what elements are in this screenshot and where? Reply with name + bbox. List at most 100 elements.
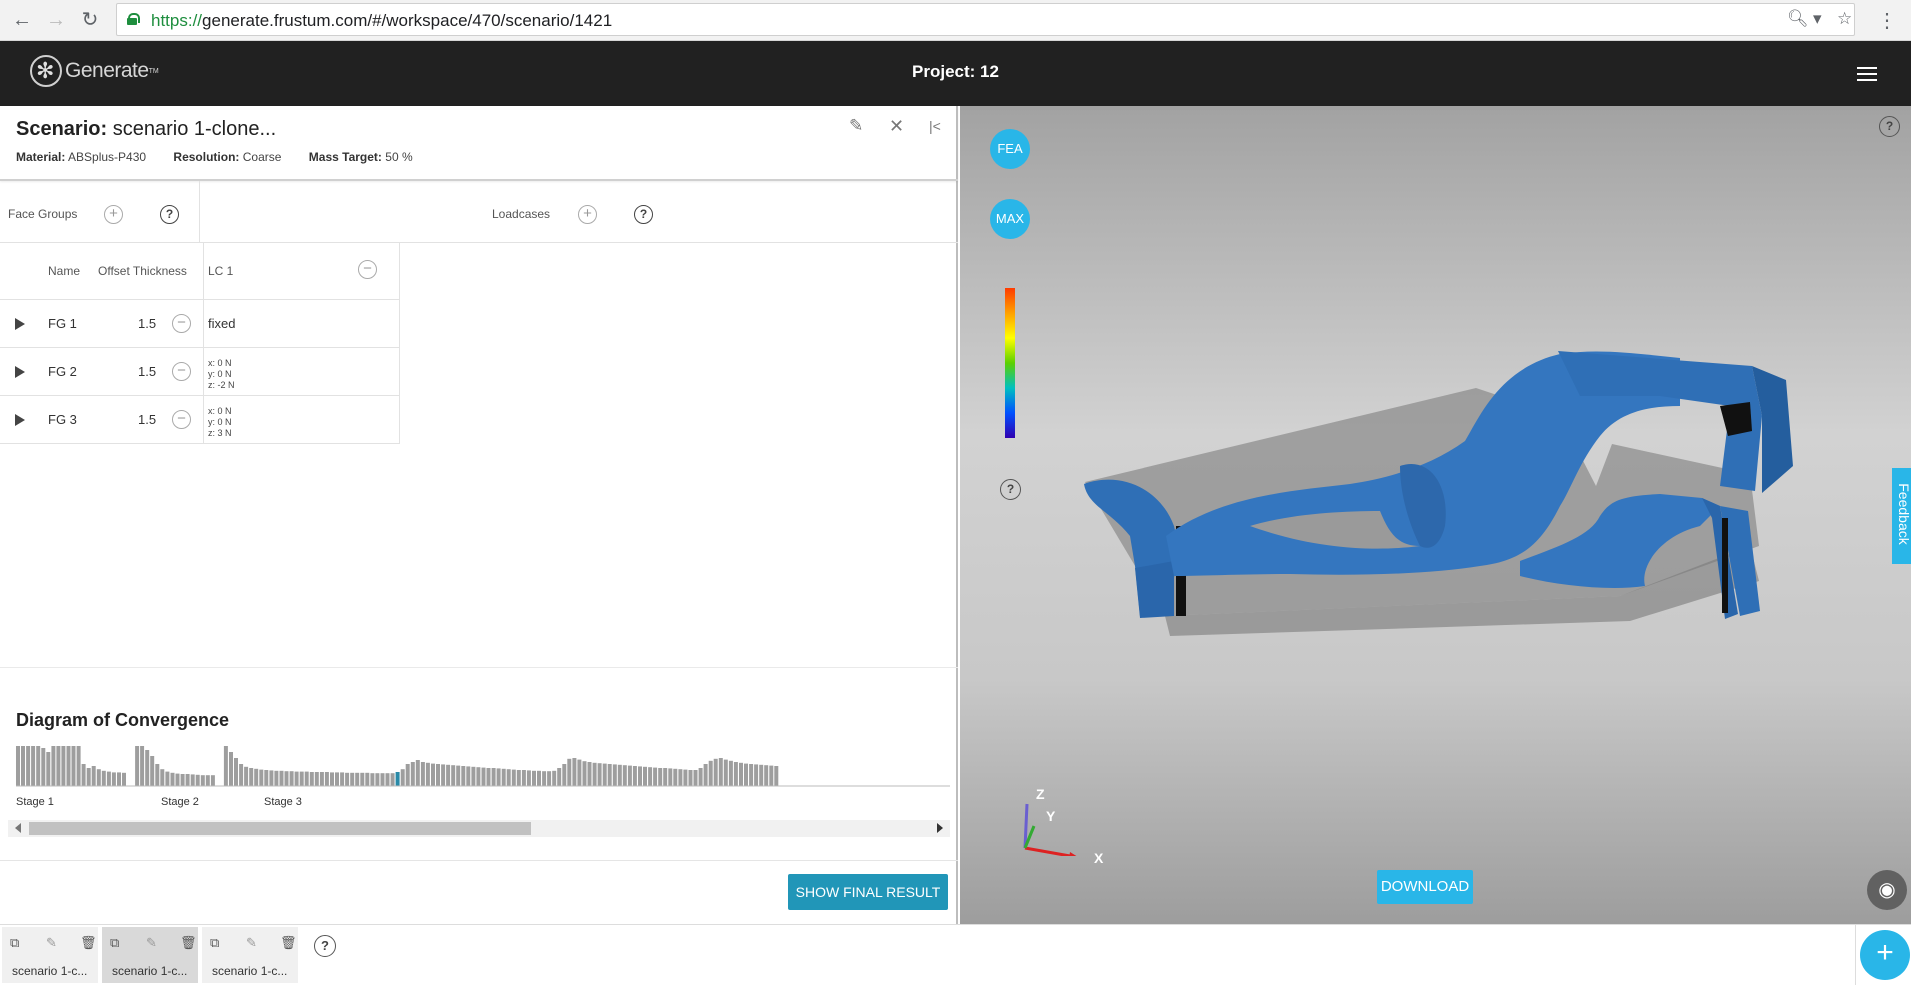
- convergence-bar[interactable]: [314, 772, 319, 786]
- convergence-bar[interactable]: [632, 766, 637, 786]
- convergence-bar[interactable]: [678, 769, 683, 786]
- convergence-bar[interactable]: [476, 767, 481, 786]
- add-scenario-button[interactable]: +: [1860, 930, 1910, 980]
- convergence-bar[interactable]: [557, 768, 562, 786]
- convergence-bar[interactable]: [111, 772, 116, 786]
- convergence-bar[interactable]: [587, 762, 592, 786]
- convergence-bar[interactable]: [516, 770, 521, 786]
- convergence-bar[interactable]: [764, 765, 769, 786]
- convergence-bar[interactable]: [21, 746, 25, 786]
- trash-icon[interactable]: 🗑︎: [80, 935, 97, 951]
- trash-icon[interactable]: 🗑︎: [180, 935, 197, 951]
- convergence-bar[interactable]: [446, 764, 451, 786]
- convergence-bar[interactable]: [299, 771, 304, 786]
- part-model-render[interactable]: [960, 106, 1911, 924]
- loadcases-help-icon[interactable]: ?: [634, 205, 653, 224]
- convergence-bar[interactable]: [521, 770, 526, 786]
- edit-pencil-icon[interactable]: ✎: [46, 935, 57, 951]
- convergence-bar[interactable]: [410, 762, 415, 786]
- convergence-bar[interactable]: [759, 764, 764, 786]
- table-row[interactable]: FG 1 1.5 − fixed: [0, 300, 399, 348]
- edit-pencil-icon[interactable]: ✎: [849, 116, 863, 136]
- convergence-bar[interactable]: [66, 746, 71, 786]
- convergence-bar[interactable]: [175, 773, 180, 786]
- convergence-bar[interactable]: [723, 759, 728, 786]
- convergence-bar[interactable]: [471, 766, 476, 786]
- convergence-bar[interactable]: [481, 767, 486, 786]
- convergence-bar[interactable]: [160, 769, 165, 786]
- scroll-right-arrow-icon[interactable]: [937, 823, 943, 833]
- convergence-bar[interactable]: [185, 774, 190, 786]
- hamburger-menu-icon[interactable]: [1857, 67, 1877, 81]
- expand-triangle-icon[interactable]: [15, 366, 25, 378]
- convergence-bar[interactable]: [16, 746, 20, 786]
- convergence-bar[interactable]: [622, 765, 627, 786]
- convergence-scrollbar[interactable]: [8, 820, 950, 837]
- convergence-bar[interactable]: [436, 764, 440, 786]
- convergence-bar[interactable]: [31, 746, 36, 786]
- download-button[interactable]: DOWNLOAD: [1377, 870, 1473, 904]
- edit-pencil-icon[interactable]: ✎: [246, 935, 257, 951]
- convergence-bar[interactable]: [749, 764, 754, 786]
- convergence-bar[interactable]: [91, 766, 96, 786]
- convergence-bar[interactable]: [170, 772, 175, 786]
- convergence-bar[interactable]: [526, 770, 531, 786]
- convergence-bar[interactable]: [466, 766, 471, 786]
- scenario-help-icon[interactable]: ?: [314, 935, 336, 957]
- address-bar[interactable]: https://generate.frustum.com/#/workspace…: [116, 3, 1855, 36]
- forward-icon[interactable]: →: [44, 8, 68, 32]
- fg-offset[interactable]: 1.5: [138, 412, 156, 427]
- convergence-bar[interactable]: [501, 768, 506, 786]
- convergence-bar[interactable]: [264, 770, 269, 786]
- convergence-bar[interactable]: [269, 770, 274, 786]
- convergence-bar[interactable]: [597, 763, 602, 786]
- scenario-tab-active[interactable]: ⧉ ✎ 🗑︎ scenario 1-c...: [102, 927, 198, 983]
- browser-menu-icon[interactable]: ⋮: [1877, 8, 1897, 33]
- scroll-left-arrow-icon[interactable]: [15, 823, 21, 833]
- convergence-bar[interactable]: [150, 756, 155, 786]
- convergence-bar[interactable]: [101, 770, 106, 786]
- convergence-bar[interactable]: [71, 746, 76, 786]
- convergence-bar[interactable]: [117, 772, 121, 786]
- convergence-bar[interactable]: [542, 771, 547, 786]
- convergence-bar[interactable]: [400, 769, 405, 786]
- convergence-bar[interactable]: [165, 771, 170, 786]
- convergence-bar[interactable]: [415, 760, 420, 786]
- convergence-bar[interactable]: [390, 773, 395, 786]
- convergence-bar[interactable]: [425, 762, 430, 786]
- lc-force-values[interactable]: x: 0 Ny: 0 Nz: 3 N: [208, 406, 232, 439]
- feedback-tab[interactable]: Feedback: [1892, 468, 1911, 564]
- convergence-bar[interactable]: [375, 773, 380, 786]
- convergence-bar[interactable]: [703, 764, 708, 786]
- convergence-bar[interactable]: [330, 772, 334, 786]
- convergence-bar[interactable]: [451, 765, 456, 786]
- convergence-bar[interactable]: [592, 762, 597, 786]
- convergence-bar[interactable]: [733, 762, 738, 786]
- remove-face-group-icon[interactable]: −: [172, 362, 191, 381]
- convergence-bar[interactable]: [223, 746, 228, 786]
- convergence-bar[interactable]: [239, 764, 244, 786]
- convergence-bar[interactable]: [577, 759, 582, 786]
- convergence-bar[interactable]: [205, 775, 210, 786]
- remove-loadcase-icon[interactable]: −: [358, 260, 377, 279]
- show-final-result-button[interactable]: SHOW FINAL RESULT: [788, 874, 948, 910]
- duplicate-icon[interactable]: ⧉: [110, 935, 119, 951]
- convergence-bar[interactable]: [496, 768, 501, 786]
- extension-icon[interactable]: ▾: [1813, 9, 1822, 29]
- convergence-bar[interactable]: [718, 758, 723, 786]
- convergence-bar[interactable]: [180, 774, 185, 786]
- convergence-bar[interactable]: [86, 768, 91, 786]
- convergence-bar[interactable]: [728, 760, 733, 786]
- convergence-bar[interactable]: [754, 764, 759, 786]
- convergence-bar[interactable]: [370, 773, 375, 786]
- convergence-bar[interactable]: [739, 762, 743, 786]
- convergence-bar[interactable]: [380, 773, 385, 786]
- convergence-bar[interactable]: [643, 766, 647, 786]
- convergence-bar[interactable]: [567, 758, 572, 786]
- fg-offset[interactable]: 1.5: [138, 316, 156, 331]
- remove-face-group-icon[interactable]: −: [172, 410, 191, 429]
- convergence-bar[interactable]: [56, 746, 61, 786]
- duplicate-icon[interactable]: ⧉: [210, 935, 219, 951]
- convergence-bar[interactable]: [638, 766, 642, 786]
- convergence-bar[interactable]: [713, 758, 718, 786]
